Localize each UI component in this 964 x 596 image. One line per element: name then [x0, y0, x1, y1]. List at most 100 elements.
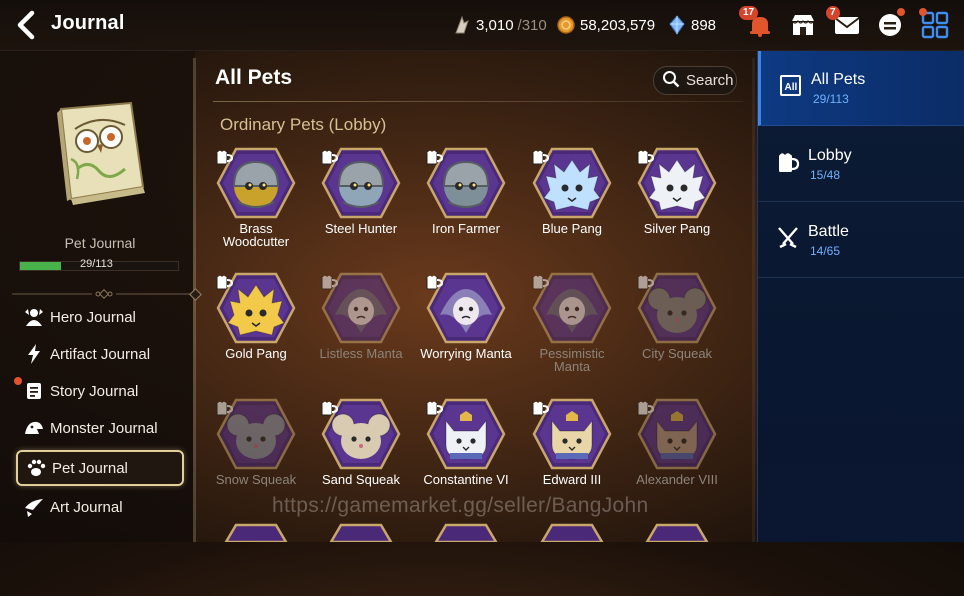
lobby-mug-icon	[531, 399, 551, 417]
stamina-counter[interactable]: 3,010/310	[452, 15, 547, 35]
category-battle[interactable]: Battle 14/65	[758, 203, 964, 278]
page-title: Journal	[51, 12, 125, 34]
category-lobby[interactable]: Lobby 15/48	[758, 127, 964, 202]
back-arrow-icon[interactable]	[14, 10, 42, 40]
stamina-max: /310	[517, 16, 547, 34]
pet-portrait	[216, 522, 296, 596]
pet-name: Listless Manta	[319, 346, 403, 361]
pet-grid-scrollbar[interactable]	[752, 58, 755, 542]
ornament-divider	[12, 286, 197, 299]
pet-portrait	[216, 397, 296, 471]
lobby-mug-icon	[425, 273, 445, 291]
lobby-mug-icon	[215, 148, 235, 166]
nav-hero-journal[interactable]: Hero Journal	[16, 301, 180, 333]
journal-progress-fill	[20, 262, 61, 270]
pet-card[interactable]: Listless Manta	[311, 271, 411, 360]
pet-portrait	[532, 146, 612, 220]
nav-story-journal[interactable]: Story Journal	[14, 375, 180, 407]
mug-icon	[776, 149, 800, 175]
pet-card-partial[interactable]	[416, 522, 516, 596]
shop-icon[interactable]	[788, 10, 818, 40]
main-title: All Pets	[215, 66, 293, 89]
story-alert-dot	[14, 377, 22, 385]
hero-icon	[22, 305, 46, 329]
nav-label: Hero Journal	[50, 308, 136, 326]
pet-card-partial[interactable]	[206, 522, 306, 596]
pet-card[interactable]: Pessimistic Manta	[522, 271, 622, 373]
pet-card[interactable]: Gold Pang	[206, 271, 306, 360]
category-label: All Pets	[811, 71, 866, 88]
pet-name: Blue Pang	[542, 221, 602, 236]
pet-name: Brass Woodcutter	[222, 221, 290, 249]
mail-icon[interactable]: 7	[826, 6, 862, 40]
stamina-value: 3,010	[476, 16, 514, 34]
lobby-mug-icon	[531, 148, 551, 166]
title-underline	[213, 101, 743, 102]
pet-portrait	[426, 146, 506, 220]
category-all-pets[interactable]: All All Pets 29/113	[758, 51, 964, 126]
book-label: Pet Journal	[64, 235, 136, 251]
section-title: Ordinary Pets (Lobby)	[220, 115, 387, 134]
menu-grid-icon[interactable]	[919, 8, 950, 40]
nav-monster-journal[interactable]: Monster Journal	[16, 412, 180, 444]
pet-card-partial[interactable]	[522, 522, 622, 596]
gold-coin-icon	[556, 15, 576, 35]
paw-icon	[24, 456, 48, 480]
nav-pet-journal[interactable]: Pet Journal	[16, 450, 184, 486]
nav-label: Pet Journal	[52, 459, 128, 477]
stamina-icon	[452, 15, 472, 35]
search-button[interactable]: Search	[653, 66, 737, 95]
pet-name: Edward III	[542, 472, 602, 487]
pet-card[interactable]: Worrying Manta	[416, 271, 516, 360]
category-label: Battle	[808, 223, 849, 240]
pet-card[interactable]: Alexander VIII	[627, 397, 727, 486]
pet-card[interactable]: Snow Squeak	[206, 397, 306, 486]
pet-card[interactable]: Steel Hunter	[311, 146, 411, 235]
crystal-counter[interactable]: 898	[667, 15, 716, 35]
pet-journal-book-icon	[47, 99, 151, 209]
pet-name: City Squeak	[641, 346, 713, 361]
notification-badge: 17	[739, 6, 759, 20]
pet-card[interactable]: Silver Pang	[627, 146, 727, 235]
watermark: https://gamemarket.gg/seller/BangJohn	[272, 494, 649, 517]
pet-card-partial[interactable]	[311, 522, 411, 596]
pet-name: Snow Squeak	[215, 472, 297, 487]
pet-card[interactable]: Edward III	[522, 397, 622, 486]
category-count: 29/113	[813, 92, 849, 106]
artifact-icon	[22, 342, 46, 366]
pet-name: Sand Squeak	[321, 472, 401, 487]
search-icon	[662, 70, 680, 92]
pet-card[interactable]: Blue Pang	[522, 146, 622, 235]
nav-art-journal[interactable]: Art Journal	[16, 491, 180, 523]
gold-counter[interactable]: 58,203,579	[556, 15, 655, 35]
nav-artifact-journal[interactable]: Artifact Journal	[16, 338, 180, 370]
pet-card[interactable]: Brass Woodcutter	[206, 146, 306, 248]
pet-portrait	[532, 271, 612, 345]
chat-icon[interactable]	[875, 8, 905, 40]
svg-text:All: All	[785, 82, 798, 93]
pet-card[interactable]: Iron Farmer	[416, 146, 516, 235]
lobby-mug-icon	[531, 273, 551, 291]
pet-card-partial[interactable]	[627, 522, 727, 596]
pet-card[interactable]: City Squeak	[627, 271, 727, 360]
pet-portrait	[532, 397, 612, 471]
crystal-icon	[667, 15, 687, 35]
pet-portrait	[321, 397, 401, 471]
lobby-mug-icon	[215, 273, 235, 291]
pet-portrait	[637, 271, 717, 345]
pet-portrait	[321, 146, 401, 220]
notification-bell-icon[interactable]: 17	[739, 6, 775, 40]
right-panel: All All Pets 29/113 Lobby 15/48 Battle 1…	[757, 51, 964, 542]
pet-card[interactable]: Sand Squeak	[311, 397, 411, 486]
lobby-mug-icon	[636, 399, 656, 417]
lobby-mug-icon	[636, 273, 656, 291]
pet-name: Constantine VI	[423, 472, 509, 487]
monster-icon	[22, 416, 46, 440]
top-bar: Journal 3,010/310 58,203,579 898 17 7	[0, 0, 964, 51]
pet-card[interactable]: Constantine VI	[416, 397, 516, 486]
pet-portrait	[321, 522, 401, 596]
pet-portrait	[426, 397, 506, 471]
pet-portrait	[637, 522, 717, 596]
brush-icon	[22, 495, 46, 519]
pet-name: Iron Farmer	[432, 221, 500, 236]
